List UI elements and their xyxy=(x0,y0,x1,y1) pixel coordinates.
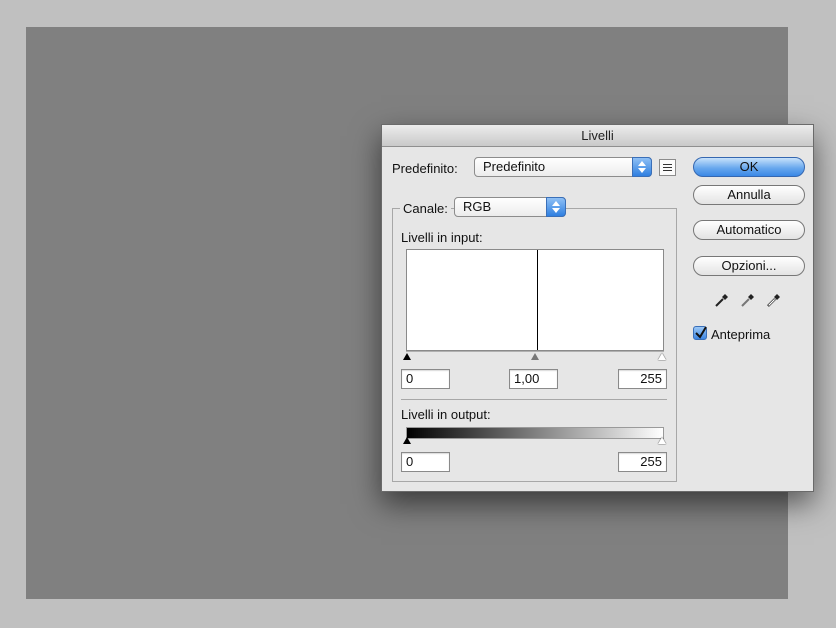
output-black-slider[interactable] xyxy=(403,437,411,444)
section-divider xyxy=(401,399,667,400)
preset-options-menu-icon[interactable] xyxy=(659,159,676,176)
input-gamma-slider[interactable] xyxy=(531,353,539,360)
popup-arrows-icon xyxy=(546,197,566,217)
preset-select[interactable]: Predefinito xyxy=(474,157,652,177)
channel-value: RGB xyxy=(463,199,492,214)
input-black-field[interactable]: 0 xyxy=(401,369,450,389)
levels-dialog: Livelli Predefinito: Predefinito Canale:… xyxy=(381,124,814,492)
input-white-slider[interactable] xyxy=(658,353,666,360)
output-gradient-bar xyxy=(406,427,664,439)
input-gamma-field[interactable]: 1,00 xyxy=(509,369,558,389)
auto-button[interactable]: Automatico xyxy=(693,220,805,240)
output-white-slider[interactable] xyxy=(658,437,666,444)
histogram-line xyxy=(537,250,538,350)
input-white-field[interactable]: 255 xyxy=(618,369,667,389)
input-black-slider[interactable] xyxy=(403,353,411,360)
preset-label: Predefinito: xyxy=(392,161,458,176)
options-button[interactable]: Opzioni... xyxy=(693,256,805,276)
input-levels-label: Livelli in input: xyxy=(401,230,483,245)
gray-eyedropper-icon[interactable] xyxy=(739,291,757,309)
output-levels-label: Livelli in output: xyxy=(401,407,491,422)
channel-label: Canale: xyxy=(400,201,451,216)
input-slider-track xyxy=(406,351,664,352)
white-eyedropper-icon[interactable] xyxy=(765,291,783,309)
popup-arrows-icon xyxy=(632,157,652,177)
black-eyedropper-icon[interactable] xyxy=(713,291,731,309)
ok-button[interactable]: OK xyxy=(693,157,805,177)
dialog-title: Livelli xyxy=(382,125,813,147)
preview-label: Anteprima xyxy=(711,327,771,342)
preview-checkbox[interactable] xyxy=(693,326,707,340)
output-black-field[interactable]: 0 xyxy=(401,452,450,472)
preset-value: Predefinito xyxy=(483,159,546,174)
histogram xyxy=(406,249,664,351)
channel-select[interactable]: RGB xyxy=(454,197,566,217)
cancel-button[interactable]: Annulla xyxy=(693,185,805,205)
checkmark-icon xyxy=(695,326,707,339)
output-white-field[interactable]: 255 xyxy=(618,452,667,472)
